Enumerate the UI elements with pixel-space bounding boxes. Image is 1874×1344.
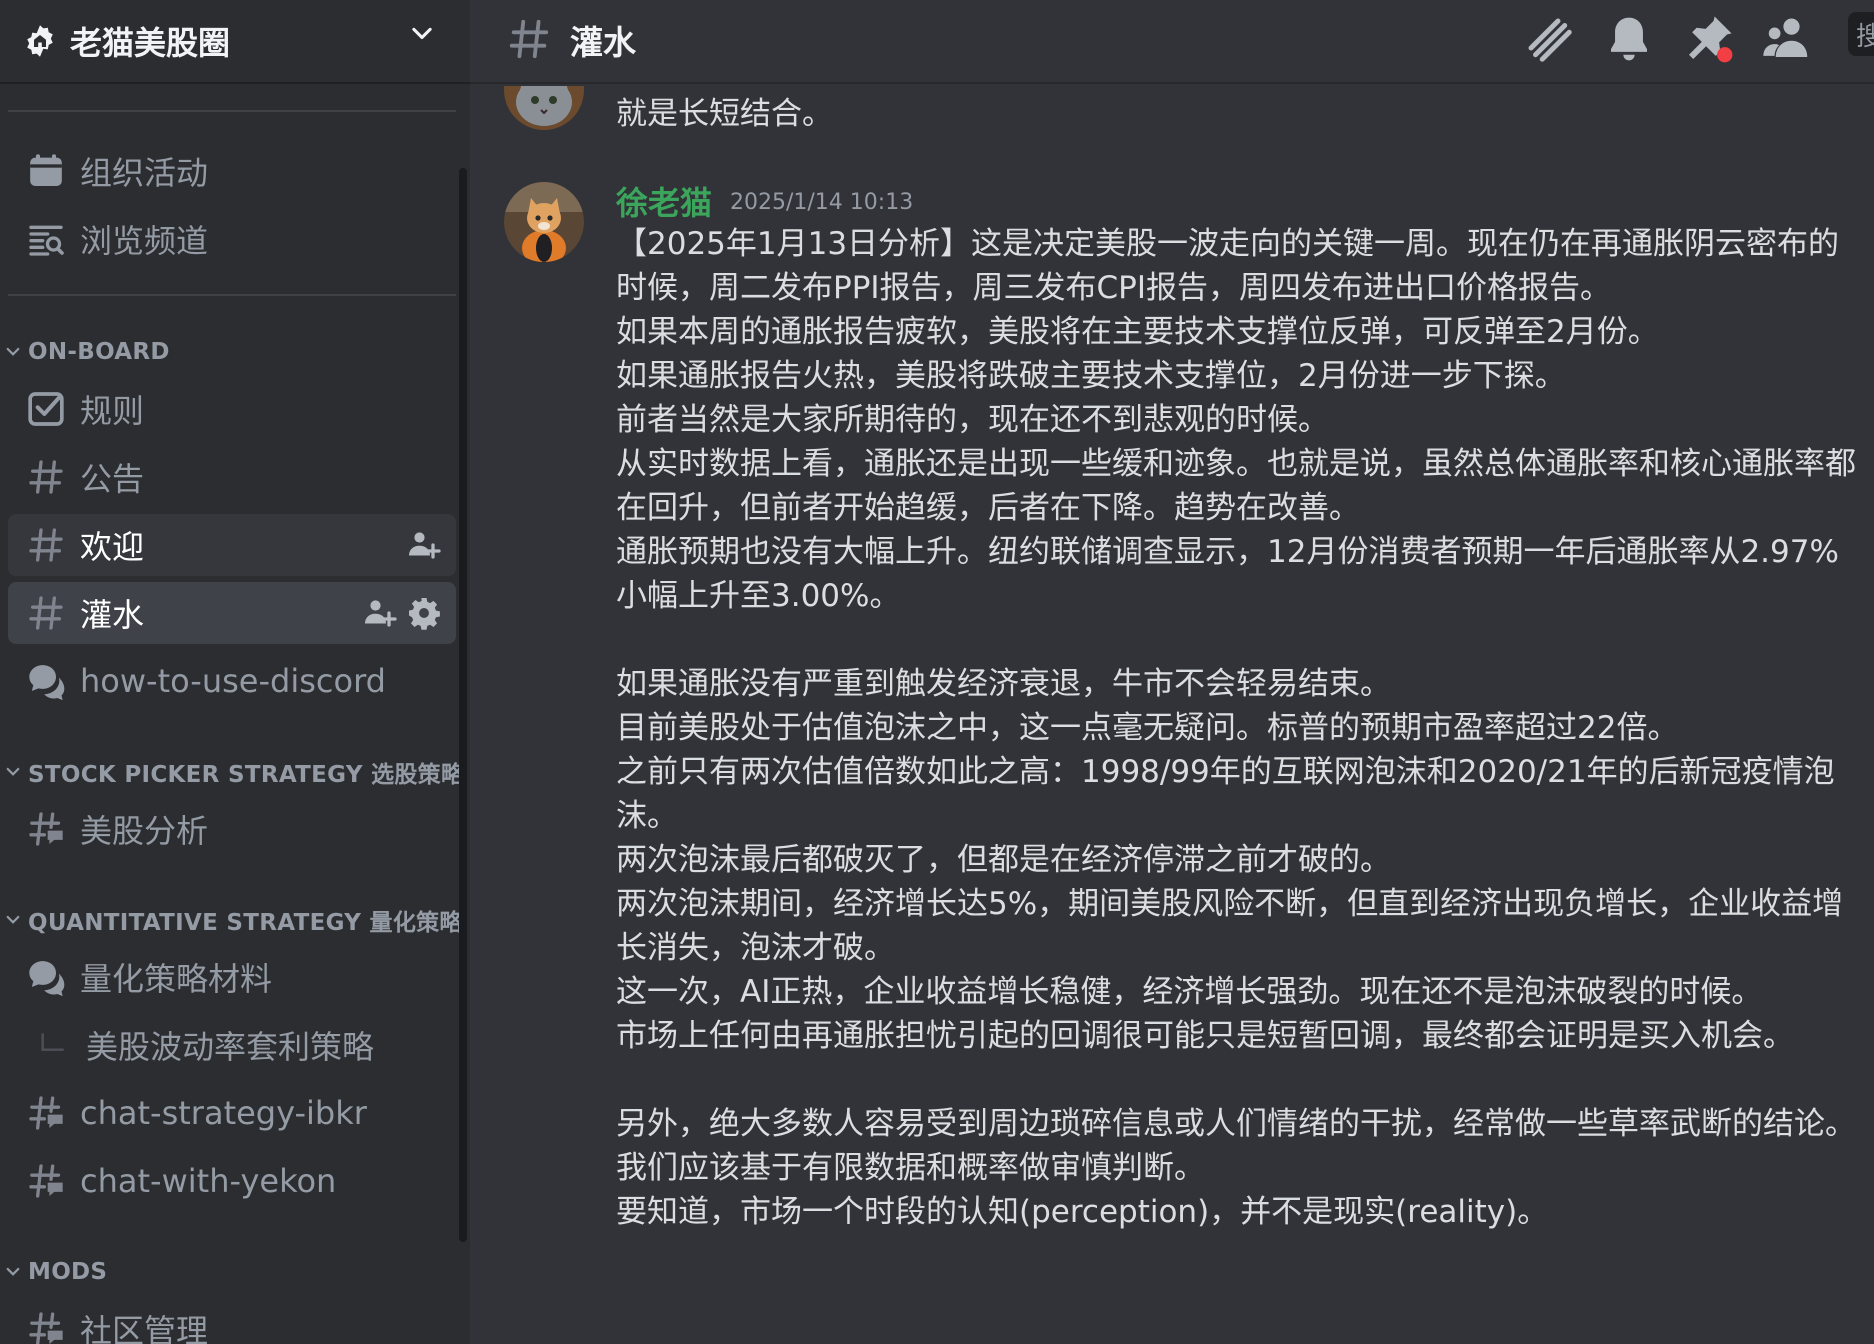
channel-label: 欢迎 bbox=[80, 528, 145, 566]
avatar[interactable] bbox=[504, 182, 584, 262]
chevron-down-icon bbox=[6, 347, 20, 356]
nav-events-label: 组织活动 bbox=[80, 154, 209, 192]
message-line: 市场上任何由再通胀担忧引起的回调很可能只是短暂回调，最终都会证明是买入机会。 bbox=[616, 1018, 1794, 1054]
category-label: QUANTITATIVE STRATEGY 量化策略 bbox=[28, 910, 463, 936]
thread-quant-volatility[interactable]: 美股波动率套利策略 bbox=[8, 1014, 456, 1076]
search-placeholder: 搜 bbox=[1856, 22, 1874, 52]
category-mods[interactable]: MODS bbox=[0, 1256, 107, 1288]
server-icon bbox=[27, 25, 53, 57]
channel-quant-materials[interactable]: 量化策略材料 bbox=[8, 946, 456, 1008]
hash-icon bbox=[509, 19, 549, 59]
search-input[interactable]: 搜 bbox=[1848, 12, 1874, 56]
forum-icon bbox=[29, 665, 65, 701]
threads-icon[interactable] bbox=[1522, 12, 1576, 66]
channel-label: 公告 bbox=[80, 460, 145, 498]
add-member-icon[interactable] bbox=[362, 595, 398, 631]
nav-browse-label: 浏览频道 bbox=[80, 222, 209, 260]
message-line: 【2025年1月13日分析】这是决定美股一波走向的关键一周。现在仍在再通胀阴云密… bbox=[616, 226, 1840, 306]
category-label: STOCK PICKER STRATEGY 选股策略 bbox=[28, 762, 465, 788]
channel-label: 灌水 bbox=[80, 596, 145, 634]
thread-label: 美股波动率套利策略 bbox=[86, 1028, 375, 1066]
threads-icon bbox=[29, 1164, 63, 1198]
message-line bbox=[616, 1058, 1866, 1102]
pin-icon[interactable] bbox=[1682, 12, 1736, 66]
message-timestamp: 2025/1/14 10:13 bbox=[730, 190, 914, 215]
message-line: 就是长短结合。 bbox=[616, 96, 833, 132]
threads-icon bbox=[29, 1312, 63, 1344]
message-line: 如果通胀没有严重到触发经济衰退，牛市不会轻易结束。 bbox=[616, 666, 1391, 702]
channel-community[interactable]: 社区管理 bbox=[8, 1298, 456, 1344]
message-line: 要知道，市场一个时段的认知(perception)，并不是现实(reality)… bbox=[616, 1194, 1549, 1230]
category-onboard[interactable]: ON-BOARD bbox=[0, 336, 170, 368]
message-line: 这一次，AI正热，企业收益增长稳健，经济增长强劲。现在还不是泡沫破裂的时候。 bbox=[616, 974, 1763, 1010]
message-list: 就是长短结合。 徐老猫 2025/1/14 10:13 【2025年1月13日分… bbox=[470, 86, 1874, 1344]
hash-icon bbox=[29, 596, 63, 630]
thread-branch-icon bbox=[41, 1033, 64, 1051]
category-label: MODS bbox=[28, 1259, 108, 1285]
chevron-down-icon bbox=[6, 1267, 20, 1276]
browse-icon bbox=[29, 225, 64, 256]
message-line: 如果本周的通胀报告疲软，美股将在主要技术支撑位反弹，可反弹至2月份。 bbox=[616, 314, 1659, 350]
message-line: 从实时数据上看，通胀还是出现一些缓和迹象。也就是说，虽然总体通胀率和核心通胀率都… bbox=[616, 446, 1856, 526]
avatar[interactable] bbox=[504, 86, 584, 130]
nav-browse-channels[interactable]: 浏览频道 bbox=[8, 208, 456, 270]
message-author[interactable]: 徐老猫 bbox=[616, 178, 712, 224]
channel-sidebar: 老猫美股圈 组织活动 浏览频道 ON-BOARD 规则 公告 欢迎 灌水 how… bbox=[0, 0, 470, 1344]
category-quant[interactable]: QUANTITATIVE STRATEGY 量化策略 bbox=[0, 904, 463, 936]
divider bbox=[8, 110, 456, 112]
channel-chat[interactable]: 灌水 bbox=[8, 582, 456, 644]
channel-us-analysis[interactable]: 美股分析 bbox=[8, 798, 456, 860]
rules-icon bbox=[28, 392, 64, 426]
message-line: 通胀预期也没有大幅上升。纽约联储调查显示，12月份消费者预期一年后通胀率从2.9… bbox=[616, 534, 1839, 614]
divider bbox=[8, 294, 456, 296]
threads-icon bbox=[29, 812, 63, 846]
message-line: 另外，绝大多数人容易受到周边琐碎信息或人们情绪的干扰，经常做一些草率武断的结论。 bbox=[616, 1106, 1856, 1142]
channel-title: 灌水 bbox=[570, 23, 636, 62]
gear-icon[interactable] bbox=[406, 595, 442, 631]
forum-icon bbox=[29, 961, 65, 997]
channel-announce[interactable]: 公告 bbox=[8, 446, 456, 508]
message-line: 两次泡沫最后都破灭了，但都是在经济停滞之前才破的。 bbox=[616, 842, 1391, 878]
channel-label: how-to-use-discord bbox=[80, 662, 386, 700]
message-content: 就是长短结合。 bbox=[616, 92, 1866, 136]
message-line: 如果通胀报告火热，美股将跌破主要技术支撑位，2月份进一步下探。 bbox=[616, 358, 1566, 394]
server-name: 老猫美股圈 bbox=[70, 24, 231, 62]
channel-rules[interactable]: 规则 bbox=[8, 378, 456, 440]
channel-welcome[interactable]: 欢迎 bbox=[8, 514, 456, 576]
sidebar-scrollbar[interactable] bbox=[459, 168, 467, 1242]
server-header[interactable]: 老猫美股圈 bbox=[0, 0, 470, 84]
category-stock-picker[interactable]: STOCK PICKER STRATEGY 选股策略 bbox=[0, 756, 464, 788]
message-line: 目前美股处于估值泡沫之中，这一点毫无疑问。标普的预期市盈率超过22倍。 bbox=[616, 710, 1679, 746]
chevron-down-icon bbox=[6, 767, 20, 776]
chevron-down-icon[interactable] bbox=[408, 20, 436, 48]
channel-header: 灌水 搜 bbox=[470, 0, 1874, 84]
channel-label: 社区管理 bbox=[80, 1312, 209, 1344]
message-line: 我们应该基于有限数据和概率做审慎判断。 bbox=[616, 1150, 1205, 1186]
cat-avatar-image bbox=[504, 182, 584, 262]
members-icon[interactable] bbox=[1760, 12, 1814, 66]
message-line: 之前只有两次估值倍数如此之高：1998/99年的互联网泡沫和2020/21年的后… bbox=[616, 754, 1835, 834]
threads-icon bbox=[29, 1096, 63, 1130]
channel-label: 美股分析 bbox=[80, 812, 209, 850]
channel-label: chat-strategy-ibkr bbox=[80, 1094, 367, 1132]
message-line: 两次泡沫期间，经济增长达5%，期间美股风险不断，但直到经济出现负增长，企业收益增… bbox=[616, 886, 1844, 966]
calendar-icon bbox=[30, 154, 62, 186]
channel-chat-strategy-ibkr[interactable]: chat-strategy-ibkr bbox=[8, 1082, 456, 1144]
message-line bbox=[616, 618, 1866, 662]
add-member-icon[interactable] bbox=[406, 527, 442, 563]
bell-icon[interactable] bbox=[1602, 12, 1656, 66]
channel-chat-with-yekon[interactable]: chat-with-yekon bbox=[8, 1150, 456, 1212]
message-line: 前者当然是大家所期待的，现在还不到悲观的时候。 bbox=[616, 402, 1329, 438]
category-label: ON-BOARD bbox=[28, 339, 170, 365]
channel-label: 规则 bbox=[80, 392, 145, 430]
channel-how-to-use-discord[interactable]: how-to-use-discord bbox=[8, 650, 456, 712]
channel-label: 量化策略材料 bbox=[80, 960, 273, 998]
chevron-down-icon bbox=[6, 915, 20, 924]
channel-label: chat-with-yekon bbox=[80, 1162, 337, 1200]
cat-avatar-image bbox=[504, 86, 584, 130]
nav-events[interactable]: 组织活动 bbox=[8, 140, 456, 202]
hash-icon bbox=[29, 460, 63, 494]
message-content: 【2025年1月13日分析】这是决定美股一波走向的关键一周。现在仍在再通胀阴云密… bbox=[616, 222, 1866, 1234]
hash-icon bbox=[29, 528, 63, 562]
